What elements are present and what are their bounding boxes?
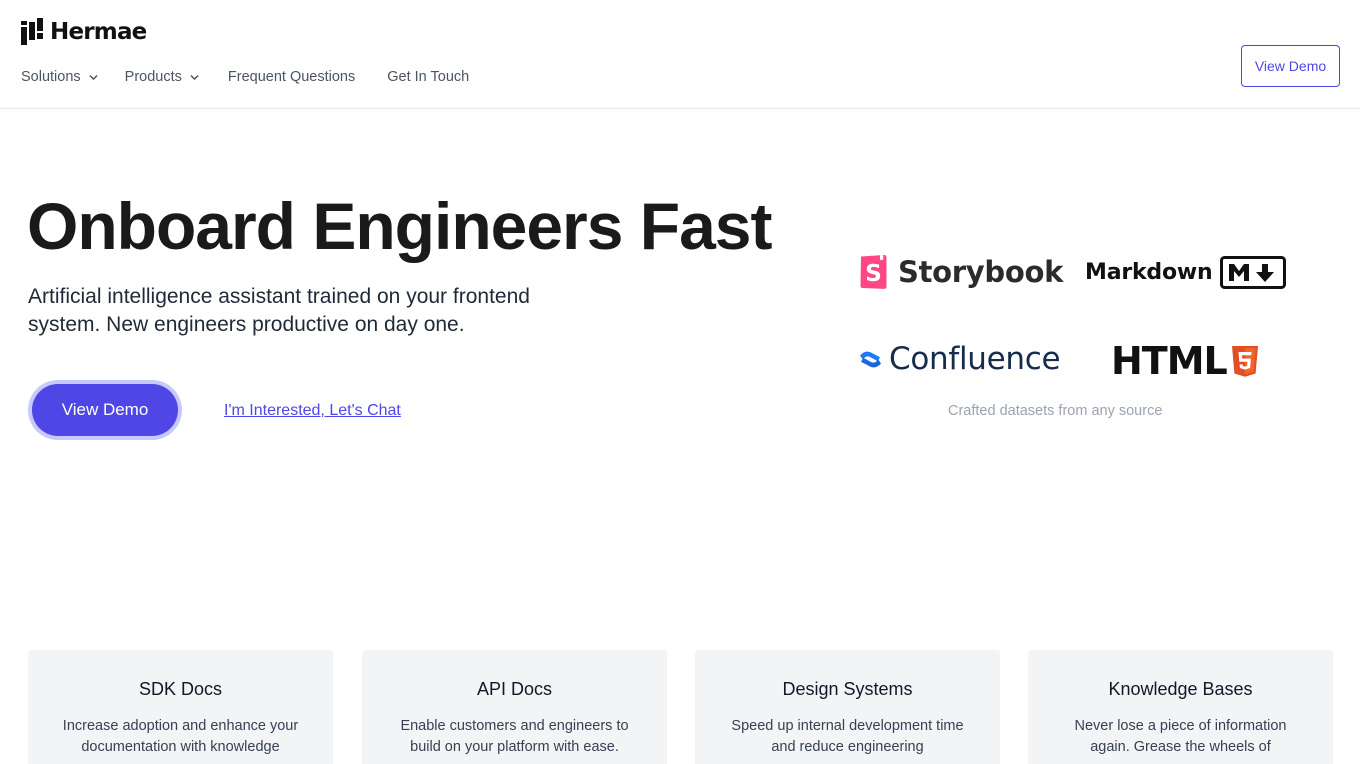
storybook-logo: S Storybook <box>859 254 1063 290</box>
nav-item-solutions[interactable]: Solutions <box>21 69 99 85</box>
nav-item-label: Frequent Questions <box>227 69 356 85</box>
feature-card-knowledge-bases[interactable]: Knowledge Bases Never lose a piece of in… <box>1028 650 1333 764</box>
hermae-logo-icon <box>21 18 43 45</box>
hermae-logo[interactable]: Hermae <box>21 18 147 45</box>
site-header: Hermae Solutions Products Frequent Quest… <box>0 0 1360 109</box>
chevron-down-icon <box>190 74 199 80</box>
storybook-icon: S <box>860 254 887 289</box>
sources-caption: Crafted datasets from any source <box>948 403 1163 419</box>
markdown-logo: Markdown <box>1085 256 1287 289</box>
header-view-demo-button[interactable]: View Demo <box>1241 45 1340 87</box>
hero-view-demo-button[interactable]: View Demo <box>32 384 178 436</box>
confluence-logo: Confluence <box>859 341 1061 377</box>
chevron-down-icon <box>89 74 98 80</box>
feature-card-title: API Docs <box>476 679 553 699</box>
feature-card-api-docs[interactable]: API Docs Enable customers and engineers … <box>362 650 667 764</box>
feature-card-title: Knowledge Bases <box>1108 679 1253 699</box>
nav-item-label: Products <box>124 69 182 85</box>
html5-logo: HTML <box>1111 342 1259 380</box>
storybook-label: Storybook <box>898 255 1064 289</box>
feature-card-description: Speed up internal development time and r… <box>731 718 964 755</box>
nav-item-label: Solutions <box>21 69 81 85</box>
svg-text:S: S <box>865 261 882 287</box>
brand-name: Hermae <box>50 18 147 45</box>
hero-subtitle: Artificial intelligence assistant traine… <box>28 285 530 336</box>
feature-card-design-systems[interactable]: Design Systems Speed up internal develop… <box>695 650 1000 764</box>
confluence-label: Confluence <box>889 341 1061 377</box>
nav-item-label: Get In Touch <box>387 69 470 85</box>
feature-card-description: Increase adoption and enhance your docum… <box>62 718 299 755</box>
feature-card-description: Never lose a piece of information again.… <box>1074 718 1287 755</box>
markdown-icon <box>1220 256 1287 289</box>
markdown-label: Markdown <box>1085 260 1213 285</box>
html-label: HTML <box>1111 339 1228 383</box>
nav-item-get-in-touch[interactable]: Get In Touch <box>387 69 469 85</box>
html5-icon <box>1231 345 1258 377</box>
feature-card-sdk-docs[interactable]: SDK Docs Increase adoption and enhance y… <box>28 650 333 764</box>
feature-card-description: Enable customers and engineers to build … <box>400 718 629 755</box>
main-nav: Solutions Products Frequent Questions Ge… <box>21 67 469 87</box>
nav-item-products[interactable]: Products <box>125 69 200 85</box>
feature-card-title: Design Systems <box>782 679 913 699</box>
hero-title: Onboard Engineers Fast <box>27 189 772 263</box>
feature-card-title: SDK Docs <box>138 679 223 699</box>
nav-item-frequent-questions[interactable]: Frequent Questions <box>228 69 355 85</box>
confluence-icon <box>860 351 881 367</box>
interested-chat-link[interactable]: I'm Interested, Let's Chat <box>224 402 401 420</box>
